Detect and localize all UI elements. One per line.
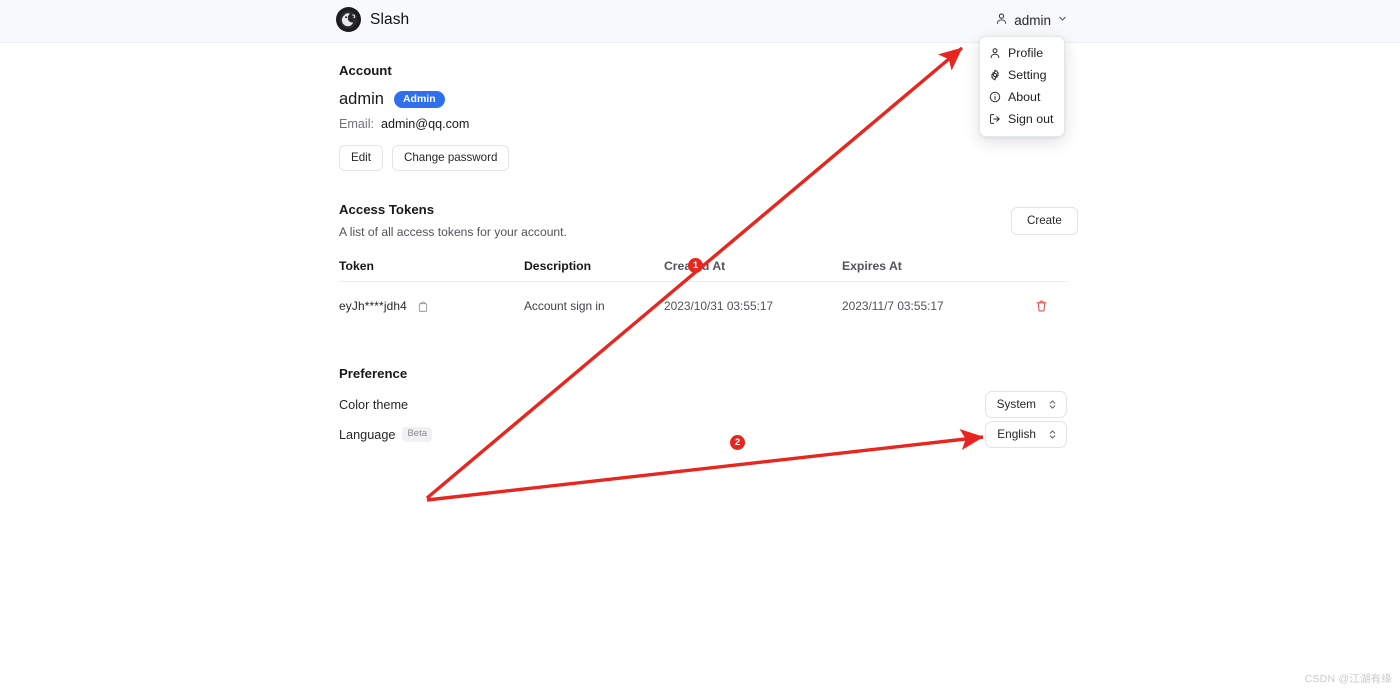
- slash-globe-logo-icon: [336, 7, 361, 32]
- column-header-token: Token: [339, 259, 374, 273]
- user-dropdown-menu[interactable]: Profile Setting About Sign out: [979, 36, 1065, 137]
- role-badge: Admin: [393, 90, 445, 109]
- app-root: Slash admin Profile Setting About Sign o…: [0, 0, 1400, 690]
- trash-icon[interactable]: [1035, 299, 1048, 313]
- cell-actions: [1027, 299, 1067, 313]
- user-icon: [995, 12, 1008, 28]
- menu-item-profile[interactable]: Profile: [980, 42, 1064, 64]
- menu-item-setting[interactable]: Setting: [980, 64, 1064, 86]
- preference-section-title: Preference: [339, 366, 408, 381]
- menu-item-sign-out[interactable]: Sign out: [980, 108, 1064, 130]
- annotation-marker-1: 1: [688, 258, 703, 273]
- app-header: Slash admin: [0, 0, 1400, 43]
- access-tokens-section-title: Access Tokens: [339, 202, 435, 217]
- account-email-row: Email: admin@qq.com: [339, 117, 469, 131]
- user-menu-trigger[interactable]: admin: [992, 10, 1071, 30]
- menu-item-label: Profile: [1008, 46, 1044, 60]
- language-label-group: Language Beta: [339, 426, 432, 443]
- sign-out-icon: [989, 113, 1001, 125]
- chevron-down-icon: [1057, 13, 1068, 27]
- preference-row-color-theme: Color theme System: [339, 391, 1067, 418]
- info-circle-icon: [989, 91, 1001, 103]
- menu-item-label: Setting: [1008, 68, 1047, 82]
- email-label: Email:: [339, 117, 374, 131]
- table-row: eyJh****jdh4 Account sign in 2023/10/31 …: [339, 282, 1067, 330]
- change-password-button[interactable]: Change password: [391, 145, 510, 172]
- table-header-row: Token Description Created At Expires At: [339, 251, 1067, 282]
- chevron-up-down-icon: [1048, 428, 1057, 441]
- color-theme-label: Color theme: [339, 397, 409, 412]
- cell-token: eyJh****jdh4: [339, 299, 524, 313]
- preference-row-language: Language Beta English: [339, 421, 1067, 448]
- edit-button[interactable]: Edit: [339, 145, 383, 172]
- access-tokens-description: A list of all access tokens for your acc…: [339, 225, 567, 239]
- chevron-up-down-icon: [1048, 398, 1057, 411]
- copy-icon[interactable]: [417, 300, 429, 313]
- account-section-title: Account: [339, 63, 392, 78]
- watermark: CSDN @江湖有缘: [1304, 673, 1392, 685]
- brand-name: Slash: [370, 10, 410, 28]
- access-tokens-table: Token Description Created At Expires At …: [339, 251, 1067, 330]
- annotation-marker-2: 2: [730, 435, 745, 450]
- cell-expires-at: 2023/11/7 03:55:17: [842, 299, 944, 313]
- menu-item-label: About: [1008, 90, 1041, 104]
- annotation-overlay: [425, 46, 984, 502]
- account-identity-row: admin Admin: [339, 90, 445, 109]
- token-value: eyJh****jdh4: [339, 299, 407, 313]
- language-value: English: [997, 427, 1036, 441]
- color-theme-value: System: [996, 397, 1036, 411]
- brand: Slash: [336, 7, 409, 32]
- user-menu-label: admin: [1014, 12, 1051, 28]
- color-theme-select[interactable]: System: [984, 391, 1067, 418]
- account-actions: Edit Change password: [339, 145, 510, 172]
- cell-description: Account sign in: [524, 299, 605, 313]
- menu-item-label: Sign out: [1008, 112, 1054, 126]
- cell-created-at: 2023/10/31 03:55:17: [664, 299, 774, 313]
- beta-badge: Beta: [402, 426, 432, 443]
- column-header-expires-at: Expires At: [842, 259, 902, 273]
- menu-item-about[interactable]: About: [980, 86, 1064, 108]
- column-header-description: Description: [524, 259, 592, 273]
- email-value: admin@qq.com: [381, 117, 470, 131]
- language-select[interactable]: English: [985, 421, 1067, 448]
- account-username: admin: [339, 90, 384, 108]
- create-token-button[interactable]: Create: [1011, 207, 1078, 236]
- user-icon: [989, 47, 1001, 59]
- language-label: Language: [339, 427, 396, 442]
- gear-icon: [989, 69, 1001, 81]
